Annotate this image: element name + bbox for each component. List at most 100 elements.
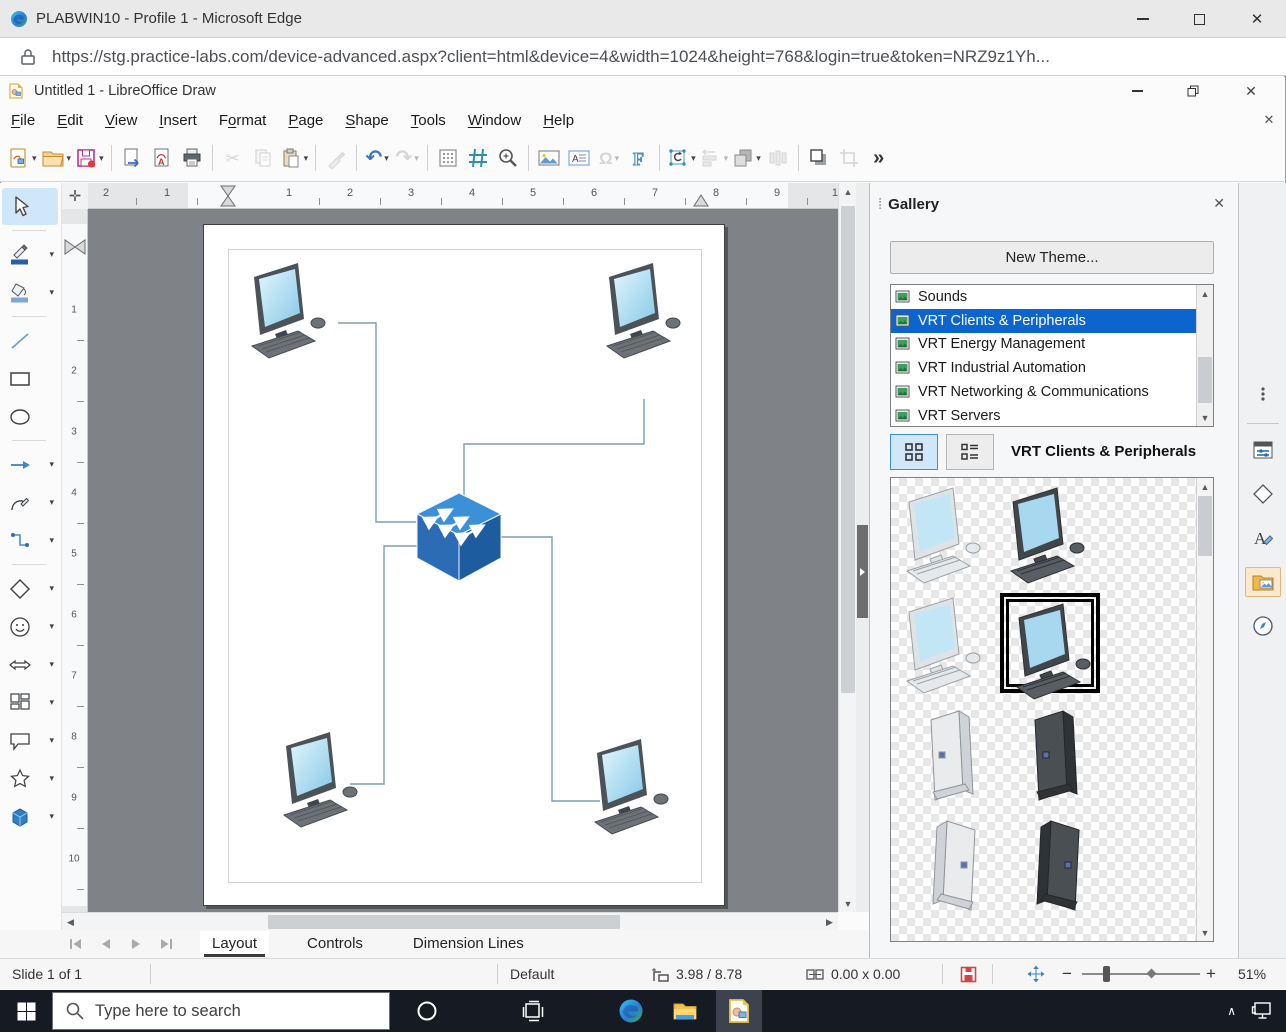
toolbar-zoom-button[interactable] [493, 142, 523, 174]
tool-connector-button[interactable]: ▾ [2, 522, 58, 559]
next-slide-button[interactable] [128, 936, 144, 952]
scroll-right-icon[interactable]: ▶ [821, 913, 838, 931]
tab-controls[interactable]: Controls [295, 931, 375, 957]
menu-insert[interactable]: Insert [148, 108, 208, 133]
vertical-scroll-thumb[interactable] [841, 206, 855, 693]
edge-url-bar[interactable]: https://stg.practice-labs.com/device-adv… [0, 39, 1286, 76]
chevron-down-icon[interactable]: ▾ [49, 659, 54, 670]
first-slide-button[interactable] [68, 936, 84, 952]
task-view-button[interactable] [510, 990, 556, 1032]
scroll-down-icon[interactable]: ▼ [1197, 924, 1213, 941]
previous-slide-button[interactable] [98, 936, 114, 952]
toolbar-new-document-button[interactable]: ▾ [6, 142, 39, 174]
splitter-handle[interactable] [857, 525, 868, 618]
toolbar-overflow-chevron-button[interactable]: » [864, 142, 894, 174]
toolbar-display-grid-button[interactable] [433, 142, 463, 174]
scroll-up-icon[interactable]: ▲ [1197, 285, 1213, 302]
tool-line-color-button[interactable]: ▾ [2, 236, 58, 273]
cortana-button[interactable] [404, 990, 450, 1032]
chevron-down-icon[interactable]: ▾ [49, 583, 54, 594]
tool-basic-shapes-button[interactable]: ▾ [2, 570, 58, 607]
chevron-down-icon[interactable]: ▾ [49, 287, 54, 298]
taskbar-file-explorer-button[interactable] [662, 990, 708, 1032]
tool-ellipse-button[interactable] [2, 398, 58, 435]
gallery-close-icon[interactable]: ✕ [1213, 195, 1225, 212]
chevron-down-icon[interactable]: ▾ [49, 535, 54, 546]
menu-format[interactable]: Format [208, 108, 278, 133]
vertical-ruler[interactable]: 12345678910 [62, 209, 88, 912]
tool-flowchart-button[interactable]: ▾ [2, 684, 58, 721]
sidebar-gallery-tab-button[interactable] [1245, 567, 1281, 597]
toolbar-export-button[interactable] [117, 142, 147, 174]
chevron-down-icon[interactable]: ▾ [49, 497, 54, 508]
chevron-down-icon[interactable]: ▾ [414, 153, 419, 164]
gallery-thumbnail-monitor-partial-light[interactable] [919, 928, 1019, 942]
page-style[interactable]: Default [510, 959, 554, 989]
toolbar-paste-button[interactable]: ▾ [278, 142, 311, 174]
gallery-thumbnail-desktop-computer-light[interactable] [899, 486, 999, 586]
show-hidden-icons-button[interactable]: ∧ [1227, 1004, 1236, 1018]
toolbar-shadow-button[interactable] [804, 142, 834, 174]
thumbnails-scroll-thumb[interactable] [1198, 496, 1212, 556]
theme-item-vrt-clients-peripherals[interactable]: VRT Clients & Peripherals [891, 309, 1213, 333]
tool-symbol-shapes-button[interactable]: ▾ [2, 608, 58, 645]
sidebar-shapes-tab-button[interactable] [1245, 479, 1281, 509]
new-theme-button[interactable]: New Theme... [890, 241, 1214, 274]
url-text[interactable]: https://stg.practice-labs.com/device-adv… [52, 47, 1050, 67]
gallery-thumbnail-tower-computer-dark[interactable] [1007, 706, 1107, 806]
scroll-up-icon[interactable]: ▲ [839, 183, 857, 200]
chevron-down-icon[interactable]: ▾ [49, 459, 54, 470]
ruler-origin-button[interactable]: ✛ [62, 183, 88, 209]
menu-edit[interactable]: Edit [46, 108, 94, 133]
panel-splitter[interactable] [856, 183, 869, 912]
tool-insert-line-button[interactable] [2, 322, 58, 359]
menu-view[interactable]: View [94, 108, 148, 133]
drawing-page[interactable] [203, 224, 725, 906]
edge-maximize-button[interactable] [1176, 0, 1222, 38]
fit-page-button[interactable] [1026, 959, 1046, 989]
chevron-down-icon[interactable]: ▾ [49, 697, 54, 708]
close-document-button[interactable]: ✕ [1258, 110, 1280, 130]
menu-help[interactable]: Help [532, 108, 585, 133]
tool-3d-objects-button[interactable]: ▾ [2, 798, 58, 835]
toolbar-save-button[interactable]: ▾ [73, 142, 106, 174]
gallery-thumbnail-desktop-computer-dark-selected[interactable] [1000, 593, 1100, 693]
canvas[interactable] [88, 209, 838, 912]
toolbar-arrange-button[interactable]: ▾ [730, 142, 763, 174]
thumbnails-scrollbar[interactable]: ▲ ▼ [1196, 478, 1213, 941]
gallery-thumbnail-tower-computer-dark[interactable] [1007, 816, 1107, 916]
zoom-level[interactable]: 51% [1238, 959, 1266, 989]
theme-list-scrollbar[interactable]: ▲ ▼ [1196, 285, 1213, 426]
gallery-thumbnail-desktop-computer-light[interactable] [899, 596, 999, 696]
menu-page[interactable]: Page [277, 108, 334, 133]
chevron-down-icon[interactable]: ▾ [756, 153, 761, 164]
chevron-down-icon[interactable]: ▾ [691, 153, 696, 164]
list-view-toggle[interactable] [946, 434, 994, 470]
scroll-left-icon[interactable]: ◀ [62, 913, 79, 931]
taskbar-search-input[interactable]: Type here to search [52, 992, 390, 1030]
chevron-down-icon[interactable]: ▾ [49, 773, 54, 784]
theme-item-vrt-networking-communications[interactable]: VRT Networking & Communications [891, 380, 1213, 404]
taskbar-edge-button[interactable] [608, 990, 654, 1032]
chevron-down-icon[interactable]: ▾ [49, 811, 54, 822]
tool-curve-polygon-button[interactable]: ▾ [2, 484, 58, 521]
taskbar-libreoffice-button[interactable] [716, 990, 762, 1032]
canvas-vertical-scrollbar[interactable]: ▲ ▼ [838, 183, 856, 912]
scroll-down-icon[interactable]: ▼ [1197, 409, 1213, 426]
toolbar-transformations-button[interactable]: ▾ [665, 142, 698, 174]
menu-window[interactable]: Window [457, 108, 532, 133]
network-diagram[interactable] [204, 225, 726, 907]
tool-line-arrow-button[interactable]: ▾ [2, 446, 58, 483]
gallery-thumbnail-tower-computer-light[interactable] [903, 816, 1003, 916]
horizontal-scroll-thumb[interactable] [268, 915, 620, 929]
chevron-down-icon[interactable]: ▾ [32, 153, 37, 164]
start-button[interactable] [0, 990, 52, 1032]
canvas-horizontal-scrollbar[interactable]: ◀ ▶ [62, 912, 838, 930]
chevron-down-icon[interactable]: ▾ [304, 153, 309, 164]
last-slide-button[interactable] [158, 936, 174, 952]
chevron-down-icon[interactable]: ▾ [49, 621, 54, 632]
theme-item-vrt-industrial-automation[interactable]: VRT Industrial Automation [891, 356, 1213, 380]
app-minimize-button[interactable] [1115, 78, 1159, 104]
tool-callouts-button[interactable]: ▾ [2, 722, 58, 759]
tool-rectangle-button[interactable] [2, 360, 58, 397]
